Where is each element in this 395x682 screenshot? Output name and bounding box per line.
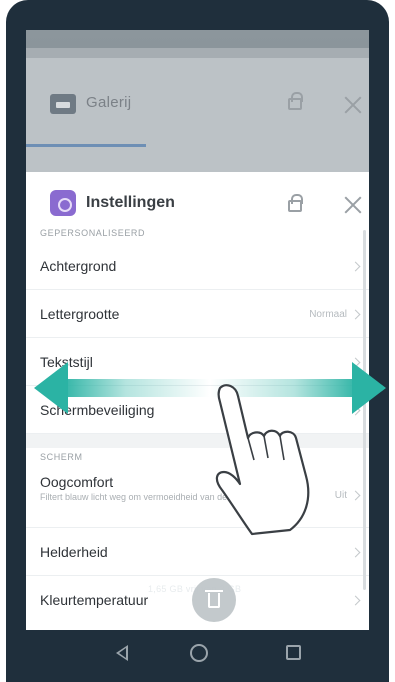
close-icon[interactable] (344, 96, 362, 114)
row-label: Kleurtemperatuur (40, 592, 149, 608)
section-label-screen: SCHERM (40, 452, 83, 462)
clear-all-button[interactable] (192, 578, 236, 622)
row-label: Achtergrond (40, 258, 117, 274)
row-label: Lettergrootte (40, 306, 120, 322)
row-value: Uit (334, 490, 347, 501)
chevron-right-icon (350, 261, 361, 272)
close-icon[interactable] (344, 196, 362, 214)
tab-underline (26, 144, 146, 147)
back-triangle-icon[interactable] (116, 645, 128, 661)
settings-icon (50, 190, 76, 216)
card-top-strip (26, 48, 369, 58)
chevron-right-icon (350, 309, 361, 320)
phone-frame: Galerij Instellingen GEPERSONALISEERD Ac… (6, 0, 389, 682)
row-label: Oogcomfort (40, 474, 114, 490)
settings-card-header: Instellingen (26, 172, 369, 228)
settings-title: Instellingen (86, 194, 175, 211)
trash-lid (205, 590, 223, 592)
hand-swipe-icon (215, 384, 310, 536)
row-label: Helderheid (40, 544, 108, 560)
lock-icon[interactable] (288, 194, 303, 212)
settings-row-background[interactable]: Achtergrond (26, 242, 369, 290)
recent-apps-square-icon[interactable] (286, 645, 301, 660)
lock-icon[interactable] (288, 92, 303, 110)
chevron-right-icon (350, 490, 361, 501)
navigation-bar (6, 630, 389, 682)
chevron-right-icon (350, 547, 361, 558)
chevron-right-icon (350, 595, 361, 606)
gallery-icon (50, 94, 76, 114)
recent-apps-screen: Galerij Instellingen GEPERSONALISEERD Ac… (26, 30, 369, 630)
gallery-title: Galerij (86, 94, 132, 111)
home-circle-icon[interactable] (190, 644, 208, 662)
section-label-personalised: GEPERSONALISEERD (40, 228, 146, 238)
row-value: Normaal (309, 309, 347, 320)
settings-row-font-size[interactable]: Lettergrootte Normaal (26, 290, 369, 338)
trash-icon (208, 593, 220, 608)
